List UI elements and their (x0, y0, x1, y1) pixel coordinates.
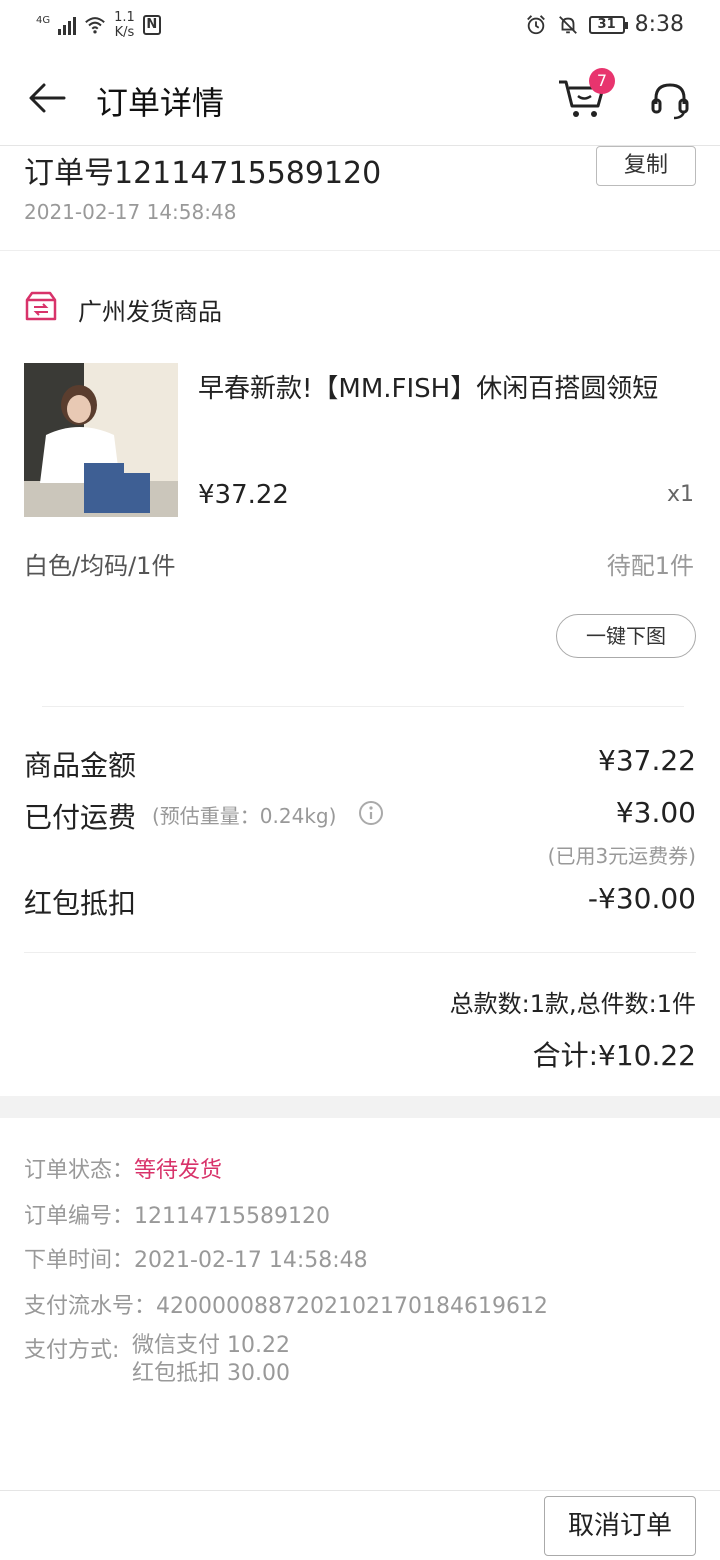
alarm-icon (526, 14, 545, 34)
divider (24, 952, 696, 953)
clock: 8:38 (634, 12, 684, 37)
payment-line-wechat: 微信支付 10.22 (132, 1333, 290, 1358)
goods-amount-value: ¥37.22 (598, 744, 696, 777)
shipping-weight-note: (预估重量：0.24kg) (152, 804, 337, 828)
redpacket-label: 红包抵扣 (24, 887, 137, 920)
product-price: ¥37.22 (198, 480, 289, 510)
divider (0, 250, 720, 251)
product-thumbnail[interactable] (24, 363, 178, 517)
product-status: 待配1件 (606, 552, 694, 580)
order-time-value: 2021-02-17 14:58:48 (134, 1248, 368, 1273)
status-left: 4G 1.1 K/s N (36, 10, 161, 40)
payment-method-details: 微信支付 10.22 红包抵扣 30.00 (132, 1332, 290, 1388)
product-quantity: x1 (666, 482, 694, 507)
order-number: 订单号12114715589120 (24, 156, 382, 191)
status-bar: 4G 1.1 K/s N 31 8:38 (0, 0, 720, 50)
cancel-order-button[interactable]: 取消订单 (544, 1496, 696, 1556)
back-arrow-icon[interactable] (26, 78, 70, 118)
warehouse-icon (25, 291, 57, 321)
payment-line-redpacket: 红包抵扣 30.00 (132, 1361, 290, 1386)
shipping-value: ¥3.00 (615, 796, 696, 829)
status-right: 31 8:38 (525, 12, 684, 37)
info-order-time: 下单时间：2021-02-17 14:58:48 (24, 1242, 368, 1274)
order-time-label: 下单时间： (24, 1248, 135, 1273)
order-time: 2021-02-17 14:58:48 (24, 200, 237, 224)
redpacket-value: -¥30.00 (587, 882, 696, 915)
network-type: 4G (36, 15, 51, 26)
product-spec: 白色/均码/1件 (24, 552, 176, 580)
order-total: 合计:¥10.22 (532, 1039, 696, 1072)
goods-amount-label: 商品金额 (24, 749, 137, 782)
copy-button[interactable]: 复制 (596, 146, 696, 186)
info-order-status: 订单状态：等待发货 (24, 1152, 222, 1184)
order-status-label: 订单状态： (24, 1158, 135, 1183)
app-header: 订单详情 7 (0, 50, 720, 146)
mute-bell-icon (558, 15, 577, 34)
section-separator (0, 1096, 720, 1118)
page-title: 订单详情 (96, 84, 225, 122)
wifi-icon (85, 17, 105, 34)
order-number-label: 订单编号： (24, 1204, 135, 1229)
transaction-id-label: 支付流水号： (24, 1294, 157, 1319)
divider (42, 706, 684, 707)
order-number-value: 12114715589120 (134, 1204, 330, 1229)
speed-unit: K/s (114, 25, 135, 40)
download-images-button[interactable]: 一键下图 (556, 614, 696, 658)
info-icon[interactable] (358, 800, 384, 826)
warehouse-label: 广州发货商品 (78, 298, 222, 326)
network-speed: 1.1 K/s (114, 10, 135, 40)
customer-service-icon[interactable] (648, 78, 692, 122)
shipping-label: 已付运费 (24, 801, 137, 834)
nfc-icon: N (142, 15, 161, 35)
speed-value: 1.1 (114, 10, 135, 25)
payment-method-label: 支付方式: (24, 1338, 120, 1363)
product-title[interactable]: 早春新款!【MM.FISH】休闲百搭圆领短 (198, 368, 658, 405)
info-transaction-id: 支付流水号：4200000887202102170184619612 (24, 1288, 548, 1320)
item-count-summary: 总款数:1款,总件数:1件 (449, 990, 696, 1018)
transaction-id-value: 4200000887202102170184619612 (156, 1294, 548, 1319)
battery-icon: 31 (588, 15, 628, 34)
order-status-value: 等待发货 (134, 1158, 223, 1183)
signal-icon (58, 15, 77, 35)
info-order-number: 订单编号：12114715589120 (24, 1198, 330, 1230)
cart-badge: 7 (589, 68, 615, 94)
shipping-coupon-note: (已用3元运费券) (547, 844, 696, 868)
